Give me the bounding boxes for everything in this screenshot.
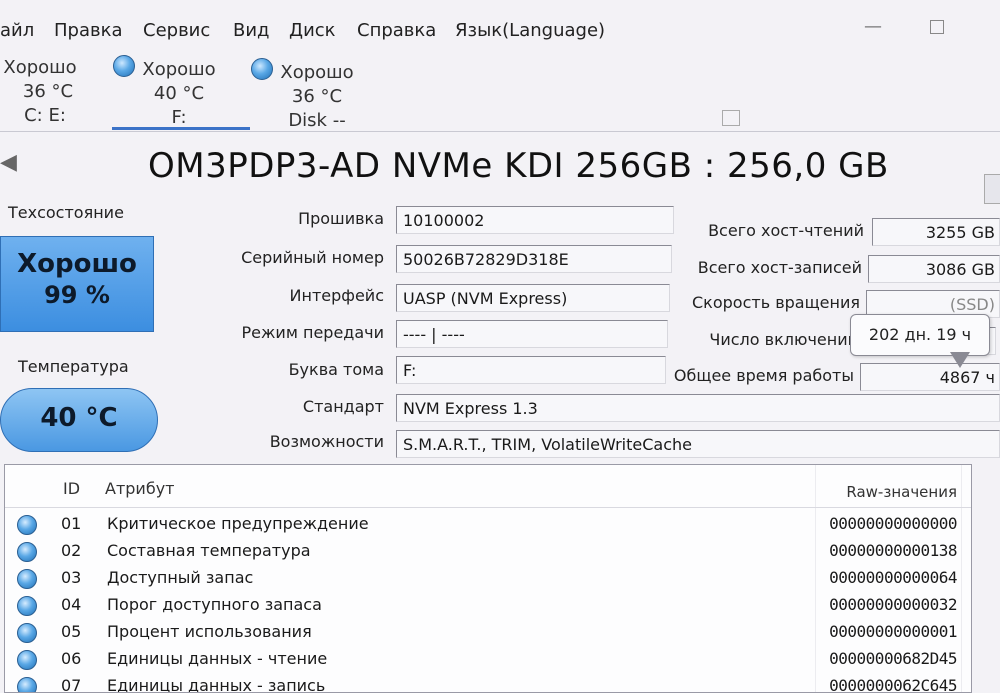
disk-status: Хорошо bbox=[142, 59, 216, 80]
attribute-raw: 00000000000064 bbox=[829, 568, 957, 587]
volume-letter-label: Буква тома bbox=[288, 360, 384, 379]
disk-temp: 40 °C bbox=[153, 83, 205, 104]
menu-bar: айл Правка Сервис Вид Диск Справка Язык(… bbox=[0, 0, 1000, 52]
power-on-hours-label: Общее время работы bbox=[673, 366, 854, 385]
disk-status-orb-icon bbox=[113, 55, 135, 77]
table-row[interactable]: 02 Составная температура 00000000000138 bbox=[5, 538, 971, 565]
attribute-name: Критическое предупреждение bbox=[107, 514, 369, 533]
health-status-box[interactable]: Хорошо 99 % bbox=[0, 236, 154, 332]
status-orb-icon bbox=[17, 650, 37, 670]
health-label: Техсостояние bbox=[8, 203, 124, 222]
attribute-raw: 00000000000001 bbox=[829, 622, 957, 641]
temperature-value: 40 °C bbox=[40, 403, 118, 433]
attribute-id: 02 bbox=[61, 541, 82, 560]
disk-tab-1[interactable]: Хорошо 36 °C C: E: bbox=[0, 56, 80, 128]
table-row[interactable]: 04 Порог доступного запаса 0000000000003… bbox=[5, 592, 971, 619]
firmware-label: Прошивка bbox=[298, 209, 384, 228]
disk-letters: C: E: bbox=[24, 105, 66, 126]
power-on-count-label: Число включений bbox=[709, 330, 858, 349]
header-id[interactable]: ID bbox=[63, 479, 80, 498]
menu-disk[interactable]: Диск bbox=[289, 20, 336, 41]
table-row[interactable]: 03 Доступный запас 00000000000064 bbox=[5, 565, 971, 592]
rotation-speed-label: Скорость вращения bbox=[692, 293, 860, 312]
temperature-box[interactable]: 40 °C bbox=[0, 388, 158, 452]
disk-temp: 36 °C bbox=[291, 86, 343, 107]
table-row[interactable]: 06 Единицы данных - чтение 00000000682D4… bbox=[5, 646, 971, 673]
table-row[interactable]: 05 Процент использования 00000000000001 bbox=[5, 619, 971, 646]
attribute-id: 04 bbox=[61, 595, 82, 614]
attribute-raw: 0000000062C645 bbox=[829, 676, 957, 693]
active-tab-indicator bbox=[112, 127, 250, 130]
uptime-tooltip: 202 дн. 19 ч bbox=[850, 314, 990, 356]
menu-service[interactable]: Сервис bbox=[143, 20, 210, 41]
attribute-id: 06 bbox=[61, 649, 82, 668]
disk-tab-2[interactable]: Хорошо 40 °C F: bbox=[138, 58, 220, 130]
menu-help[interactable]: Справка bbox=[357, 20, 436, 41]
disk-temp: 36 °C bbox=[22, 81, 74, 102]
status-orb-icon bbox=[17, 623, 37, 643]
disk-tab-3[interactable]: Хорошо 36 °C Disk -- bbox=[276, 61, 358, 133]
attribute-name: Доступный запас bbox=[107, 568, 254, 587]
firmware-value: 10100002 bbox=[396, 206, 674, 234]
host-reads-label: Всего хост-чтений bbox=[708, 221, 864, 240]
transfer-mode-label: Режим передачи bbox=[241, 323, 384, 342]
menu-file[interactable]: айл bbox=[0, 20, 34, 41]
table-row[interactable]: 01 Критическое предупреждение 0000000000… bbox=[5, 511, 971, 538]
status-orb-icon bbox=[17, 515, 37, 535]
host-writes-value: 3086 GB bbox=[868, 255, 1000, 283]
attribute-id: 05 bbox=[61, 622, 82, 641]
header-attribute[interactable]: Атрибут bbox=[105, 479, 174, 498]
interface-label: Интерфейс bbox=[289, 286, 384, 305]
status-orb-icon bbox=[17, 569, 37, 589]
next-disk-icon[interactable] bbox=[984, 174, 1000, 204]
standard-label: Стандарт bbox=[302, 397, 384, 416]
serial-label: Серийный номер bbox=[241, 248, 384, 267]
attribute-name: Порог доступного запаса bbox=[107, 595, 322, 614]
attribute-raw: 00000000000000 bbox=[829, 514, 957, 533]
features-label: Возможности bbox=[269, 432, 384, 451]
power-on-hours-value: 4867 ч bbox=[860, 363, 1000, 391]
attribute-raw: 00000000682D45 bbox=[829, 649, 957, 668]
attribute-id: 03 bbox=[61, 568, 82, 587]
tooltip-pointer bbox=[950, 352, 970, 368]
interface-value: UASP (NVM Express) bbox=[396, 284, 670, 312]
transfer-mode-value: ---- | ---- bbox=[396, 320, 668, 348]
maximize-icon[interactable] bbox=[930, 20, 944, 34]
attribute-id: 07 bbox=[61, 676, 82, 693]
header-divider bbox=[5, 507, 971, 508]
attribute-name: Единицы данных - запись bbox=[107, 676, 326, 693]
smart-attribute-table[interactable]: ID Атрибут Raw-значения 01 Критическое п… bbox=[4, 464, 972, 693]
menu-language[interactable]: Язык(Language) bbox=[455, 20, 605, 41]
volume-letter-value: F: bbox=[396, 356, 666, 384]
serial-value: 50026B72829D318E bbox=[396, 245, 672, 273]
host-writes-label: Всего хост-записей bbox=[697, 258, 862, 277]
minimize-icon[interactable]: — bbox=[864, 16, 882, 37]
header-raw[interactable]: Raw-значения bbox=[846, 483, 957, 501]
standard-value: NVM Express 1.3 bbox=[396, 394, 1000, 422]
disk-status: Хорошо bbox=[3, 57, 77, 78]
disk-status: Хорошо bbox=[280, 62, 354, 83]
health-percent: 99 % bbox=[44, 281, 110, 309]
status-orb-icon bbox=[17, 596, 37, 616]
host-reads-value: 3255 GB bbox=[872, 218, 1000, 246]
attribute-name: Единицы данных - чтение bbox=[107, 649, 328, 668]
attribute-raw: 00000000000138 bbox=[829, 541, 957, 560]
drive-title: OM3PDP3-AD NVMe KDI 256GB : 256,0 GB bbox=[148, 146, 889, 186]
attribute-raw: 00000000000032 bbox=[829, 595, 957, 614]
table-row[interactable]: 07 Единицы данных - запись 0000000062C64… bbox=[5, 673, 971, 693]
disk-letters: Disk -- bbox=[288, 110, 346, 131]
menu-edit[interactable]: Правка bbox=[54, 20, 123, 41]
temperature-label: Температура bbox=[18, 357, 129, 376]
prev-disk-icon[interactable]: ◀ bbox=[0, 150, 18, 178]
attribute-name: Процент использования bbox=[107, 622, 312, 641]
status-orb-icon bbox=[17, 542, 37, 562]
divider bbox=[0, 131, 1000, 132]
attribute-id: 01 bbox=[61, 514, 82, 533]
disk-status-orb-icon bbox=[251, 58, 273, 80]
menu-view[interactable]: Вид bbox=[233, 20, 270, 41]
attribute-name: Составная температура bbox=[107, 541, 311, 560]
features-value: S.M.A.R.T., TRIM, VolatileWriteCache bbox=[396, 430, 1000, 458]
tab-scroll-icon[interactable] bbox=[722, 110, 740, 126]
health-status: Хорошо bbox=[17, 249, 137, 279]
